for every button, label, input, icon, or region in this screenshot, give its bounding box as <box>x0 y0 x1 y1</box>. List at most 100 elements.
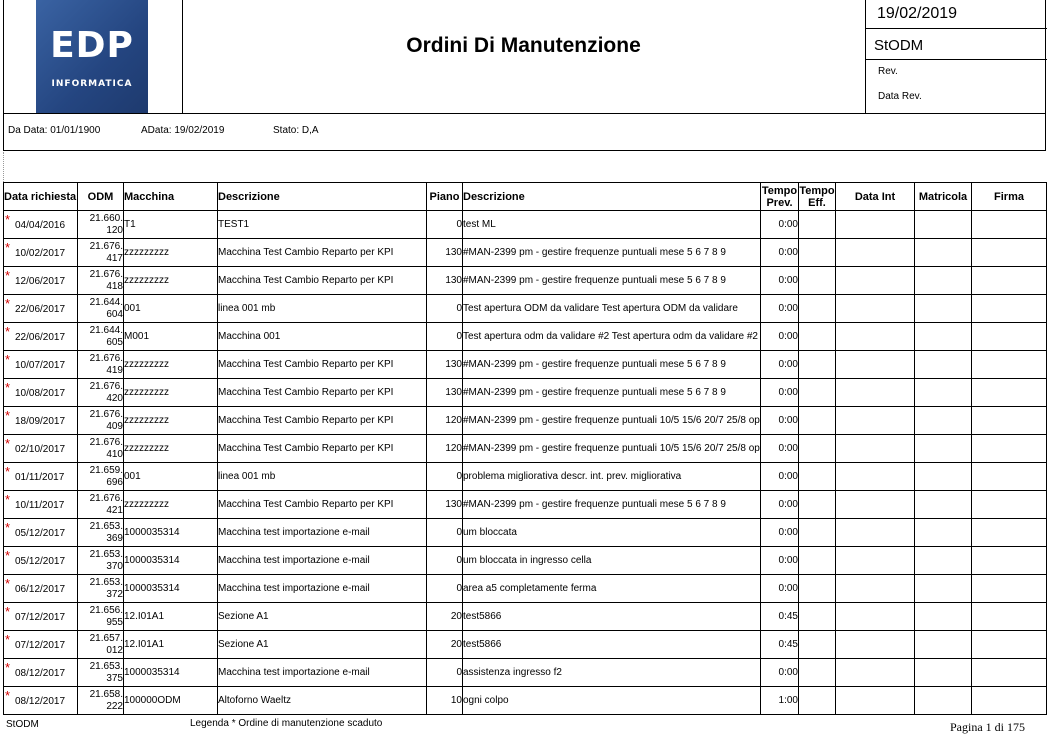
cell-descrizione: linea 001 mb <box>217 462 427 491</box>
cell-data-richiesta: * 02/10/2017 <box>3 434 78 463</box>
overdue-marker: * <box>5 408 11 423</box>
cell-matricola <box>914 322 972 351</box>
overdue-marker: * <box>5 324 11 339</box>
overdue-marker: * <box>5 520 11 535</box>
footer-code: StODM <box>6 719 39 730</box>
cell-odm-line2: 417 <box>106 252 123 264</box>
col-tempo-prev-line1: Tempo <box>761 184 798 197</box>
cell-descrizione-intervento: Test apertura odm da validare #2 Test ap… <box>462 322 761 351</box>
cell-data-richiesta: * 07/12/2017 <box>3 630 78 659</box>
cell-matricola <box>914 350 972 379</box>
cell-macchina: 001 <box>123 294 218 323</box>
overdue-marker: * <box>5 604 11 619</box>
cell-tempo-eff <box>798 546 836 575</box>
cell-odm: 21.653. 370 <box>77 546 124 575</box>
cell-descrizione-intervento: test5866 <box>462 602 761 631</box>
cell-odm-line1: 21.676. <box>89 268 123 280</box>
cell-firma <box>971 490 1047 519</box>
cell-macchina: zzzzzzzzz <box>123 490 218 519</box>
cell-firma <box>971 406 1047 435</box>
cell-macchina: M001 <box>123 322 218 351</box>
table-row: * 18/09/2017 21.676. 409 zzzzzzzzz Macchina T… <box>3 406 1047 435</box>
cell-descrizione-intervento: test5866 <box>462 630 761 659</box>
table-row: * 05/12/2017 21.653. 370 1000035314 Macchina … <box>3 546 1047 575</box>
cell-firma <box>971 686 1047 715</box>
cell-tempo-prev: 0:00 <box>760 294 799 323</box>
table-row: * 22/06/2017 21.644. 604 001 linea 001 mb 0 Tes… <box>3 294 1047 323</box>
cell-data-richiesta: * 10/08/2017 <box>3 378 78 407</box>
cell-descrizione-intervento: #MAN-2399 pm - gestire frequenze puntual… <box>462 238 761 267</box>
cell-tempo-eff <box>798 350 836 379</box>
overdue-marker: * <box>5 632 11 647</box>
cell-descrizione-intervento: ogni colpo <box>462 686 761 715</box>
cell-piano: 0 <box>426 322 463 351</box>
cell-odm-line2: 955 <box>106 616 123 628</box>
cell-odm-line2: 696 <box>106 476 123 488</box>
cell-data-int <box>835 602 915 631</box>
report-date-cell: 19/02/2019 <box>866 0 1047 29</box>
overdue-marker: * <box>5 352 11 367</box>
cell-tempo-prev: 0:00 <box>760 210 799 239</box>
cell-piano: 120 <box>426 406 463 435</box>
cell-macchina: zzzzzzzzz <box>123 406 218 435</box>
table-row: * 10/08/2017 21.676. 420 zzzzzzzzz Macchina T… <box>3 378 1047 407</box>
col-macchina: Macchina <box>123 182 218 211</box>
cell-odm: 21.653. 369 <box>77 518 124 547</box>
cell-tempo-eff <box>798 630 836 659</box>
cell-odm: 21.656. 955 <box>77 602 124 631</box>
cell-descrizione: Macchina test importazione e-mail <box>217 546 427 575</box>
cell-descrizione: Macchina test importazione e-mail <box>217 658 427 687</box>
cell-date-value: 05/12/2017 <box>15 528 66 539</box>
cell-date-value: 07/12/2017 <box>15 640 66 651</box>
cell-piano: 0 <box>426 462 463 491</box>
cell-tempo-prev: 0:00 <box>760 238 799 267</box>
cell-odm-line2: 120 <box>106 224 123 236</box>
overdue-marker: * <box>5 436 11 451</box>
cell-odm: 21.676. 410 <box>77 434 124 463</box>
cell-tempo-prev: 0:00 <box>760 518 799 547</box>
cell-piano: 0 <box>426 658 463 687</box>
cell-tempo-prev: 0:00 <box>760 378 799 407</box>
cell-tempo-eff <box>798 658 836 687</box>
cell-odm-line1: 21.656. <box>89 604 123 616</box>
cell-firma <box>971 210 1047 239</box>
cell-data-richiesta: * 10/07/2017 <box>3 350 78 379</box>
cell-matricola <box>914 546 972 575</box>
cell-piano: 0 <box>426 294 463 323</box>
cell-tempo-prev: 0:00 <box>760 350 799 379</box>
cell-date-value: 12/06/2017 <box>15 276 66 287</box>
cell-data-int <box>835 574 915 603</box>
cell-descrizione-intervento: test ML <box>462 210 761 239</box>
cell-descrizione: Sezione A1 <box>217 602 427 631</box>
col-data-richiesta: Data richiesta <box>3 182 78 211</box>
cell-data-richiesta: * 22/06/2017 <box>3 294 78 323</box>
cell-macchina: zzzzzzzzz <box>123 434 218 463</box>
cell-odm: 21.676. 417 <box>77 238 124 267</box>
cell-matricola <box>914 490 972 519</box>
cell-data-int <box>835 518 915 547</box>
cell-descrizione-intervento: area a5 completamente ferma <box>462 574 761 603</box>
cell-tempo-eff <box>798 518 836 547</box>
cell-odm-line1: 21.676. <box>89 380 123 392</box>
cell-piano: 20 <box>426 602 463 631</box>
cell-descrizione: Macchina Test Cambio Reparto per KPI <box>217 406 427 435</box>
cell-tempo-prev: 0:45 <box>760 602 799 631</box>
cell-tempo-prev: 0:00 <box>760 406 799 435</box>
cell-matricola <box>914 294 972 323</box>
cell-odm: 21.653. 372 <box>77 574 124 603</box>
cell-matricola <box>914 658 972 687</box>
cell-piano: 10 <box>426 686 463 715</box>
cell-matricola <box>914 434 972 463</box>
footer-legend: Legenda * Ordine di manutenzione scaduto <box>190 718 383 729</box>
cell-macchina: 1000035314 <box>123 518 218 547</box>
cell-piano: 0 <box>426 518 463 547</box>
cell-descrizione: Altoforno Waeltz <box>217 686 427 715</box>
cell-date-value: 18/09/2017 <box>15 416 66 427</box>
header-info-box: 19/02/2019 StODM Rev. Data Rev. <box>865 0 1047 113</box>
cell-firma <box>971 602 1047 631</box>
cell-macchina: zzzzzzzzz <box>123 238 218 267</box>
cell-date-value: 08/12/2017 <box>15 696 66 707</box>
col-tempo-eff-line2: Eff. <box>808 196 826 209</box>
col-tempo-eff: Tempo Eff. <box>798 182 836 211</box>
cell-data-richiesta: * 08/12/2017 <box>3 686 78 715</box>
